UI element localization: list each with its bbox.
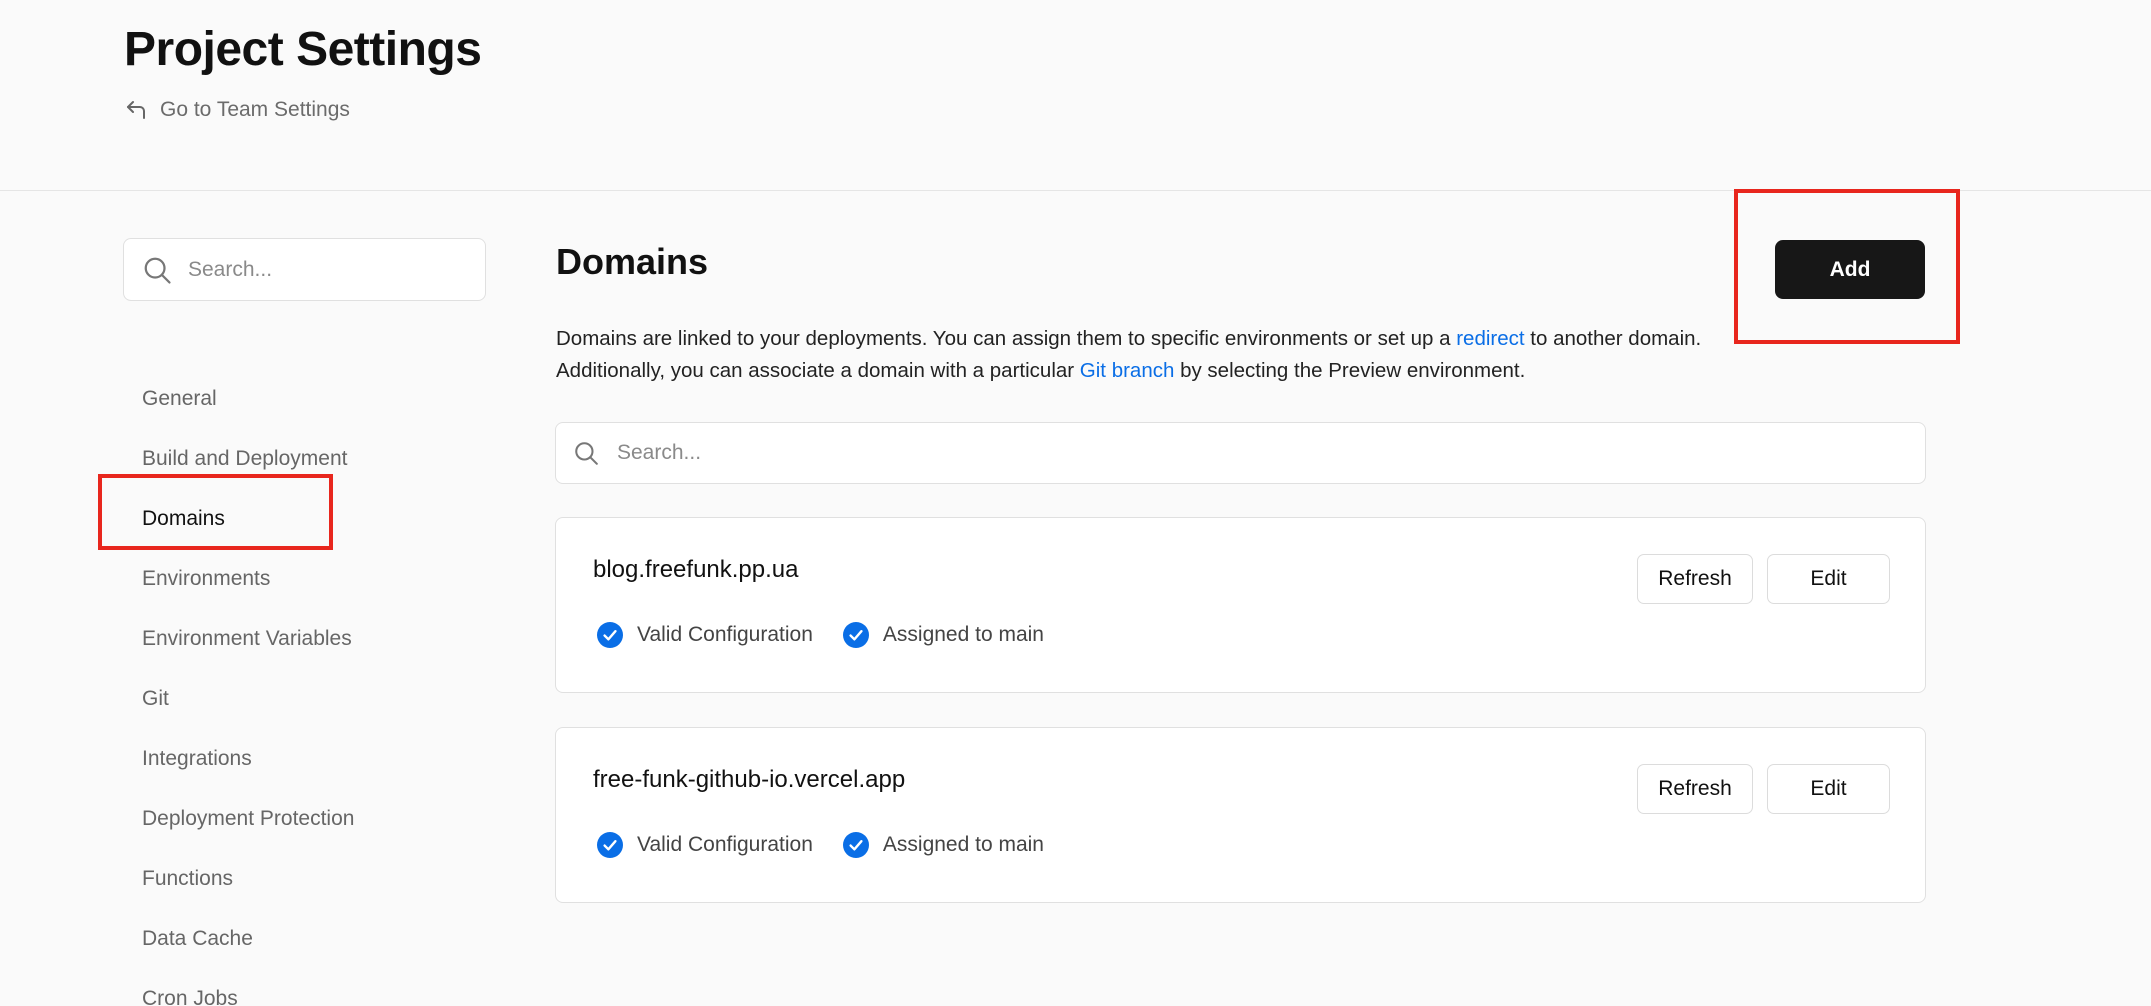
domain-name[interactable]: blog.freefunk.pp.ua — [593, 556, 799, 584]
check-circle-icon — [842, 622, 869, 648]
refresh-button[interactable]: Refresh — [1637, 764, 1753, 814]
sidebar-nav: General Build and Deployment Domains Env… — [142, 369, 354, 1006]
sidebar-item-data-cache[interactable]: Data Cache — [142, 909, 354, 969]
search-icon — [575, 442, 598, 465]
check-circle-icon — [842, 832, 869, 858]
domains-search-input[interactable] — [617, 441, 1925, 465]
domain-status-row: Valid Configuration Assigned to main — [597, 832, 1044, 858]
header: Project Settings Go to Team Settings — [0, 0, 2151, 191]
sidebar-item-functions[interactable]: Functions — [142, 849, 354, 909]
sidebar-item-integrations[interactable]: Integrations — [142, 729, 354, 789]
domain-name[interactable]: free-funk-github-io.vercel.app — [593, 766, 905, 794]
page: Project Settings Go to Team Settings Gen… — [0, 0, 2151, 1006]
sidebar-item-general[interactable]: General — [142, 369, 354, 429]
edit-button[interactable]: Edit — [1767, 764, 1890, 814]
corner-up-left-icon — [127, 101, 145, 119]
sidebar-search-input[interactable] — [188, 257, 485, 282]
sidebar-search[interactable] — [123, 238, 486, 301]
desc-text-1: Domains are linked to your deployments. … — [556, 327, 1457, 350]
domains-description: Domains are linked to your deployments. … — [556, 323, 1856, 387]
domain-card: free-funk-github-io.vercel.app Valid Con… — [555, 727, 1926, 903]
sidebar-item-domains[interactable]: Domains — [142, 489, 354, 549]
domain-card: blog.freefunk.pp.ua Valid Configuration … — [555, 517, 1926, 693]
status-label: Valid Configuration — [637, 833, 813, 856]
status-label: Valid Configuration — [637, 623, 813, 646]
status-label: Assigned to main — [882, 623, 1044, 646]
refresh-button[interactable]: Refresh — [1637, 554, 1753, 604]
domain-status-row: Valid Configuration Assigned to main — [597, 622, 1044, 648]
assigned-branch-status: Assigned to main — [842, 832, 1044, 858]
sidebar-item-environment-variables[interactable]: Environment Variables — [142, 609, 354, 669]
check-circle-icon — [597, 622, 623, 648]
desc-text-2: to another domain. — [1524, 327, 1702, 350]
back-to-team-settings-link[interactable]: Go to Team Settings — [124, 98, 350, 122]
back-link-label: Go to Team Settings — [160, 98, 350, 121]
desc-text-3: Additionally, you can associate a domain… — [556, 359, 1080, 382]
valid-configuration-status: Valid Configuration — [597, 622, 813, 648]
check-circle-icon — [597, 832, 623, 858]
redirect-link[interactable]: redirect — [1456, 327, 1524, 350]
sidebar-item-build-and-deployment[interactable]: Build and Deployment — [142, 429, 354, 489]
page-title: Project Settings — [124, 23, 482, 76]
search-icon — [144, 257, 171, 284]
sidebar-item-cron-jobs[interactable]: Cron Jobs — [142, 969, 354, 1006]
valid-configuration-status: Valid Configuration — [597, 832, 813, 858]
git-branch-link[interactable]: Git branch — [1080, 359, 1175, 382]
section-title: Domains — [556, 241, 709, 282]
sidebar-item-environments[interactable]: Environments — [142, 549, 354, 609]
status-label: Assigned to main — [882, 833, 1044, 856]
edit-button[interactable]: Edit — [1767, 554, 1890, 604]
sidebar-item-git[interactable]: Git — [142, 669, 354, 729]
desc-text-4: by selecting the Preview environment. — [1174, 359, 1526, 382]
domains-search[interactable] — [555, 422, 1926, 484]
sidebar-item-deployment-protection[interactable]: Deployment Protection — [142, 789, 354, 849]
add-domain-button[interactable]: Add — [1775, 240, 1925, 299]
assigned-branch-status: Assigned to main — [842, 622, 1044, 648]
